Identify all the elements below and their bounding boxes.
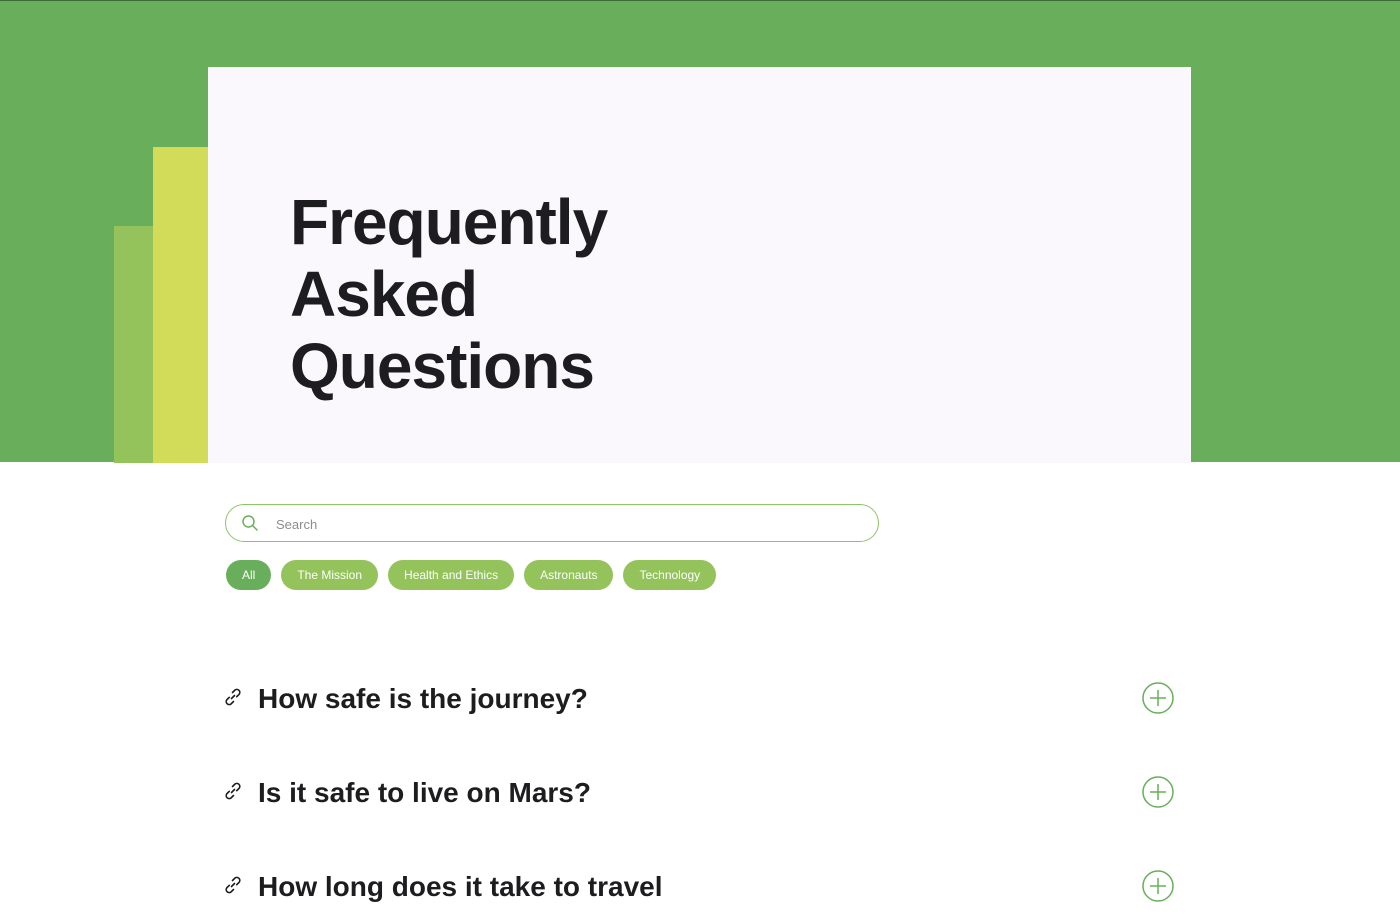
faq-question[interactable]: How long does it take to travel [258, 870, 663, 904]
search-bar[interactable] [225, 504, 879, 542]
plus-circle-icon[interactable] [1142, 870, 1174, 902]
decorative-bar-yellow [153, 147, 209, 463]
page-title-line: Frequently [290, 186, 608, 258]
page-title-line: Questions [290, 330, 595, 402]
faq-question[interactable]: How safe is the journey? [258, 682, 588, 716]
faq-item: Is it safe to live on Mars? [222, 776, 1178, 820]
category-filters: All The Mission Health and Ethics Astron… [226, 560, 717, 590]
decorative-bar-light-green [114, 226, 154, 463]
filter-chip-the-mission[interactable]: The Mission [281, 560, 379, 590]
link-icon[interactable] [222, 780, 244, 802]
search-icon [242, 515, 258, 531]
plus-circle-icon[interactable] [1142, 682, 1174, 714]
page-title: Frequently Asked Questions [290, 186, 608, 402]
plus-circle-icon[interactable] [1142, 776, 1174, 808]
filter-chip-all[interactable]: All [226, 560, 272, 590]
faq-item: How safe is the journey? [222, 682, 1178, 726]
filter-chip-technology[interactable]: Technology [623, 560, 717, 590]
faq-item: How long does it take to travel [222, 870, 1178, 914]
link-icon[interactable] [222, 874, 244, 896]
link-icon[interactable] [222, 686, 244, 708]
filter-chip-astronauts[interactable]: Astronauts [524, 560, 614, 590]
search-input[interactable] [274, 511, 868, 537]
faq-question[interactable]: Is it safe to live on Mars? [258, 776, 591, 810]
filter-chip-health-and-ethics[interactable]: Health and Ethics [388, 560, 515, 590]
page-title-line: Asked [290, 258, 478, 330]
hero-banner: Frequently Asked Questions [0, 0, 1400, 463]
